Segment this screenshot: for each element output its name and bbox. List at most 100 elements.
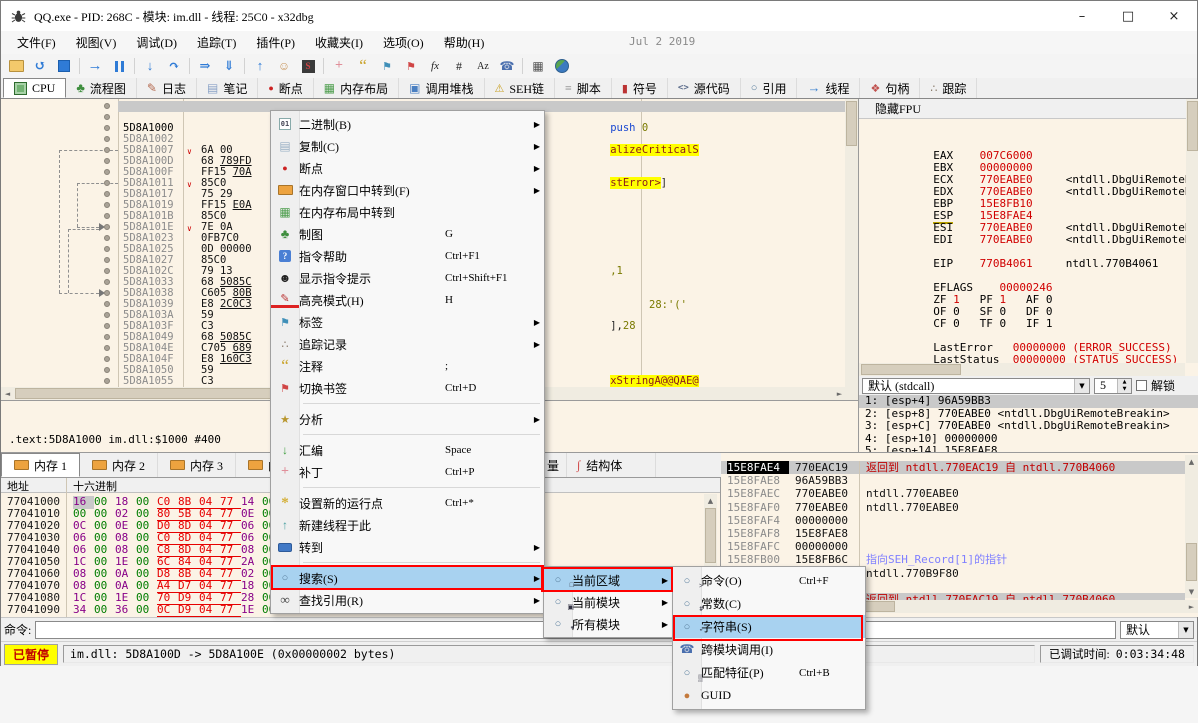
toolbar-button[interactable] xyxy=(218,56,240,76)
view-tab[interactable]: 调用堆栈 xyxy=(399,78,484,98)
toolbar-button[interactable] xyxy=(400,56,422,76)
toolbar-button[interactable] xyxy=(194,56,216,76)
disasm-vscrollbar[interactable] xyxy=(845,99,858,387)
toolbar-button[interactable] xyxy=(297,56,319,76)
submenu-item[interactable]: 当前区域 xyxy=(544,569,672,591)
calling-convention-combo[interactable]: 默认 (stdcall)▼ xyxy=(862,378,1090,394)
spinner-arrows-icon[interactable]: ▲▼ xyxy=(1117,379,1131,393)
view-tab[interactable]: 句柄 xyxy=(860,78,920,98)
context-menu-item[interactable]: 标签 xyxy=(271,311,544,333)
view-tab[interactable]: 源代码 xyxy=(668,78,741,98)
view-tab[interactable]: 日志 xyxy=(137,78,197,98)
toolbar-button[interactable] xyxy=(53,56,75,76)
context-menu-item[interactable]: 新建线程于此 xyxy=(271,514,544,536)
context-menu-item[interactable]: 复制(C) xyxy=(271,135,544,157)
menu-bar-item[interactable]: 追踪(T) xyxy=(187,32,246,53)
registers-vscrollbar[interactable] xyxy=(1186,99,1198,363)
registers-hscrollbar[interactable] xyxy=(859,363,1185,376)
view-tab[interactable]: 断点 xyxy=(258,78,313,98)
stack-row[interactable]: 15E8FAE8 96A59BB3 xyxy=(721,474,1185,487)
menu-bar-item[interactable]: 收藏夹(I) xyxy=(305,32,373,53)
toolbar-button[interactable] xyxy=(139,56,161,76)
maximize-button[interactable]: □ xyxy=(1105,1,1151,31)
context-menu-item[interactable]: 注释 ; xyxy=(271,355,544,377)
view-tab[interactable]: 跟踪 xyxy=(920,78,977,98)
view-tab[interactable]: 流程图 xyxy=(66,78,137,98)
view-tab[interactable]: 符号 xyxy=(612,78,668,98)
toolbar-button[interactable] xyxy=(84,56,106,76)
view-tab[interactable]: 脚本 xyxy=(555,78,612,98)
context-menu-item[interactable]: 追踪记录 xyxy=(271,333,544,355)
stack-row[interactable]: 15E8FAF4 00000000 xyxy=(721,514,1185,527)
checkbox-icon[interactable] xyxy=(1136,380,1147,391)
stack-row[interactable]: 15E8FAF8 15E8FAE8 xyxy=(721,527,1185,540)
toolbar-button[interactable] xyxy=(551,56,573,76)
menu-bar-item[interactable]: 选项(O) xyxy=(373,32,434,53)
stack-row[interactable]: 15E8FAF0 770EABE0 ntdll.770EABE0 xyxy=(721,501,1185,514)
view-tab[interactable]: CPU xyxy=(3,78,66,98)
toolbar-button[interactable] xyxy=(108,56,130,76)
context-menu-item[interactable] xyxy=(271,430,544,439)
dump-tab[interactable]: 内存 3 xyxy=(158,453,236,477)
context-menu-item[interactable] xyxy=(271,558,544,567)
toolbar-button[interactable] xyxy=(424,56,446,76)
context-menu-item[interactable]: 搜索(S) xyxy=(271,567,544,589)
context-menu-item[interactable]: 显示指令提示 Ctrl+Shift+F1 xyxy=(271,267,544,289)
submenu-item[interactable]: 所有模块 xyxy=(544,613,672,635)
stack-row[interactable]: 15E8FB00 15E8FB6C 指向SEH_Record[1]的指针 xyxy=(721,553,1185,566)
stack-row[interactable]: 15E8FAFC 00000000 xyxy=(721,540,1185,553)
toolbar-button[interactable] xyxy=(273,56,295,76)
submenu-item[interactable]: 跨模块调用(I) xyxy=(673,638,865,661)
context-menu-item[interactable]: 转到 xyxy=(271,536,544,558)
dump-tab[interactable]: 内存 2 xyxy=(80,453,158,477)
command-profile-combo[interactable]: 默认▼ xyxy=(1120,621,1194,639)
toolbar-button[interactable] xyxy=(527,56,549,76)
hide-fpu-button[interactable]: 隐藏FPU xyxy=(859,99,1198,119)
view-tab[interactable]: 内存布局 xyxy=(314,78,399,98)
context-menu-item[interactable] xyxy=(271,399,544,408)
submenu-item[interactable]: 常数(C) xyxy=(673,592,865,615)
context-menu-item[interactable]: 分析 xyxy=(271,408,544,430)
context-menu-item[interactable]: 汇编 Space xyxy=(271,439,544,461)
context-menu-item[interactable]: 断点 xyxy=(271,157,544,179)
toolbar-button[interactable] xyxy=(249,56,271,76)
submenu-item[interactable]: GUID xyxy=(673,684,865,707)
unlock-checkbox[interactable]: 解锁 xyxy=(1136,377,1175,394)
stack-row[interactable]: 15E8FAEC 770EABE0 ntdll.770EABE0 xyxy=(721,487,1185,500)
toolbar-button[interactable] xyxy=(496,56,518,76)
toolbar-button[interactable] xyxy=(472,56,494,76)
argument-row[interactable]: 3: [esp+C] 770EABE0 <ntdll.DbgUiRemoteBr… xyxy=(859,420,1198,433)
submenu-item[interactable]: 字符串(S) xyxy=(673,615,865,638)
menu-bar-item[interactable]: 调试(D) xyxy=(126,32,187,53)
context-menu-item[interactable]: 指令帮助 Ctrl+F1 xyxy=(271,245,544,267)
toolbar-button[interactable] xyxy=(29,56,51,76)
context-menu-item[interactable]: 制图 G xyxy=(271,223,544,245)
context-menu-item[interactable]: 补丁 Ctrl+P xyxy=(271,461,544,483)
context-menu-item[interactable]: 在内存布局中转到 xyxy=(271,201,544,223)
toolbar-button[interactable] xyxy=(376,56,398,76)
context-menu-item[interactable]: 二进制(B) xyxy=(271,113,544,135)
submenu-item[interactable]: 当前模块 xyxy=(544,591,672,613)
toolbar-button[interactable] xyxy=(5,56,27,76)
context-menu-item[interactable]: 切换书签 Ctrl+D xyxy=(271,377,544,399)
submenu-item[interactable]: 命令(O) Ctrl+F xyxy=(673,569,865,592)
menu-bar-item[interactable]: 视图(V) xyxy=(66,32,127,53)
toolbar-button[interactable] xyxy=(328,56,350,76)
argument-count-spinner[interactable]: 5 ▲▼ xyxy=(1094,378,1132,394)
toolbar-button[interactable] xyxy=(163,56,185,76)
menu-bar-item[interactable]: 文件(F) xyxy=(7,32,66,53)
view-tab[interactable]: SEH链 xyxy=(485,78,556,98)
minimize-button[interactable]: – xyxy=(1059,1,1105,31)
chevron-down-icon[interactable]: ▼ xyxy=(1074,379,1089,393)
view-tab[interactable]: 线程 xyxy=(797,78,860,98)
context-menu-item[interactable]: 在内存窗口中转到(F) xyxy=(271,179,544,201)
toolbar-button[interactable] xyxy=(448,56,470,76)
menu-bar-item[interactable]: 插件(P) xyxy=(246,32,305,53)
register-line[interactable]: EAX 007C6000 xyxy=(867,126,1198,138)
context-menu-item[interactable]: 查找引用(R) xyxy=(271,589,544,611)
stack-vscrollbar[interactable]: ▲ ▼ xyxy=(1185,455,1198,598)
context-menu-item[interactable] xyxy=(271,483,544,492)
close-button[interactable]: × xyxy=(1151,1,1197,31)
toolbar-button[interactable] xyxy=(352,56,374,76)
menu-bar-item[interactable]: 帮助(H) xyxy=(434,32,495,53)
